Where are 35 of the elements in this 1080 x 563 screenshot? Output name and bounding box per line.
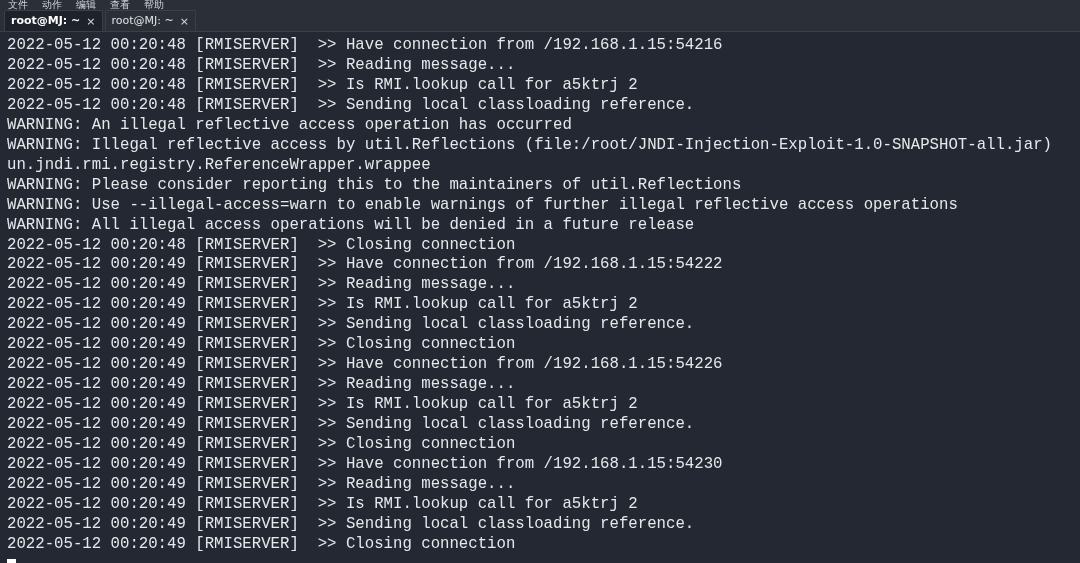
terminal-line: 2022-05-12 00:20:49 [RMISERVER] >> Sending local classloading reference. — [7, 415, 696, 436]
menu-item[interactable]: 动作 — [42, 0, 62, 10]
terminal-line: WARNING: Illegal reflective access by util.Reflections (file:/root/JNDI-Injection-Exploit-1.0-SNAPSHOT-all.jar) — [7, 135, 1053, 156]
close-tab-button[interactable]: × — [179, 15, 189, 27]
terminal-line: 2022-05-12 00:20:49 [RMISERVER] >> Have connection from /192.168.1.15:54226 — [7, 355, 724, 376]
terminal-tab[interactable]: root@MJ: ~ × — [104, 10, 196, 31]
terminal-line: 2022-05-12 00:20:49 [RMISERVER] >> Is RMI.lookup call for a5ktrj 2 — [7, 395, 639, 416]
terminal-line: 2022-05-12 00:20:48 [RMISERVER] >> Sending local classloading reference. — [7, 95, 696, 116]
terminal-line: WARNING: Please consider reporting this to the maintainers of util.Reflections — [7, 175, 743, 196]
terminal-line: WARNING: An illegal reflective access operation has occurred — [7, 115, 573, 136]
terminal-line: WARNING: All illegal access operations will be denied in a future release — [7, 215, 696, 236]
terminal-line: 2022-05-12 00:20:49 [RMISERVER] >> Closing connection — [7, 534, 517, 555]
close-tab-button[interactable]: × — [86, 15, 96, 27]
terminal-line: 2022-05-12 00:20:48 [RMISERVER] >> Reading message... — [7, 55, 517, 76]
menu-item[interactable]: 编辑 — [76, 0, 96, 10]
menu-item[interactable]: 帮助 — [144, 0, 164, 10]
terminal-line: un.jndi.rmi.registry.ReferenceWrapper.wrappee — [7, 155, 432, 176]
terminal-line: 2022-05-12 00:20:48 [RMISERVER] >> Have connection from /192.168.1.15:54216 — [7, 36, 724, 56]
terminal-line: 2022-05-12 00:20:49 [RMISERVER] >> Have connection from /192.168.1.15:54230 — [7, 455, 724, 475]
terminal-line: 2022-05-12 00:20:49 [RMISERVER] >> Reading message... — [7, 275, 517, 296]
terminal-line: 2022-05-12 00:20:49 [RMISERVER] >> Is RMI.lookup call for a5ktrj 2 — [7, 295, 639, 316]
menu-item[interactable]: 文件 — [8, 0, 28, 10]
terminal-line: 2022-05-12 00:20:49 [RMISERVER] >> Reading message... — [7, 375, 517, 396]
terminal-line: 2022-05-12 00:20:49 [RMISERVER] >> Closing connection — [7, 335, 517, 356]
terminal-line: 2022-05-12 00:20:49 [RMISERVER] >> Closing connection — [7, 435, 517, 455]
terminal-line: 2022-05-12 00:20:49 [RMISERVER] >> Reading message... — [7, 474, 517, 495]
terminal-tab[interactable]: root@MJ: ~ × — [4, 10, 103, 31]
terminal-line: 2022-05-12 00:20:49 [RMISERVER] >> Have connection from /192.168.1.15:54222 — [7, 255, 724, 276]
terminal-line: 2022-05-12 00:20:49 [RMISERVER] >> Sending local classloading reference. — [7, 315, 696, 336]
terminal-line: 2022-05-12 00:20:49 [RMISERVER] >> Is RMI.lookup call for a5ktrj 2 — [7, 494, 639, 515]
menu-item[interactable]: 查看 — [110, 0, 130, 10]
terminal-line: 2022-05-12 00:20:49 [RMISERVER] >> Sending local classloading reference. — [7, 514, 696, 535]
terminal-line: 2022-05-12 00:20:48 [RMISERVER] >> Closing connection — [7, 235, 517, 256]
terminal-line: 2022-05-12 00:20:48 [RMISERVER] >> Is RMI.lookup call for a5ktrj 2 — [7, 75, 639, 96]
terminal-line: WARNING: Use --illegal-access=warn to enable warnings of further illegal reflective access operations — [7, 195, 959, 216]
